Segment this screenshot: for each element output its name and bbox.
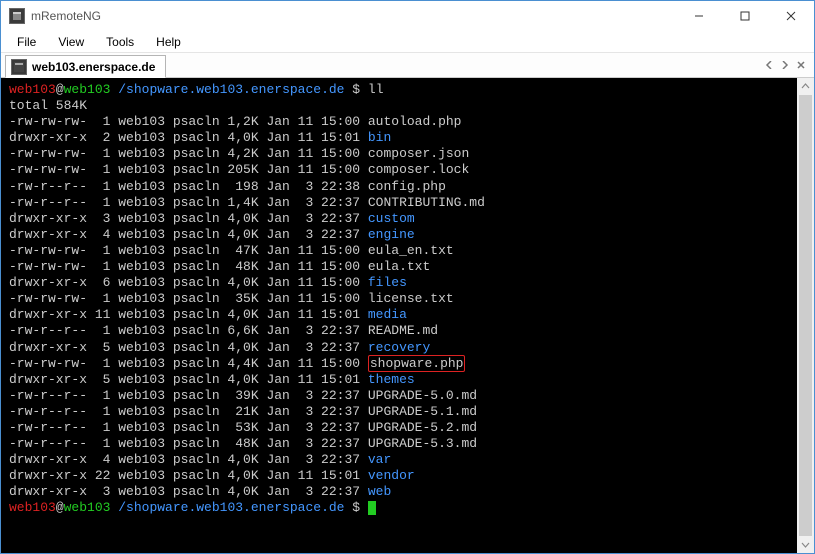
file-name: recovery bbox=[368, 340, 430, 355]
prompt-line: web103@web103 /shopware.web103.enerspace… bbox=[9, 82, 814, 98]
file-name: config.php bbox=[368, 179, 446, 194]
file-name: license.txt bbox=[368, 291, 454, 306]
file-row: -rw-rw-rw- 1 web103 psacln 4,4K Jan 11 1… bbox=[9, 356, 814, 372]
file-row: drwxr-xr-x 4 web103 psacln 4,0K Jan 3 22… bbox=[9, 452, 814, 468]
menu-file[interactable]: File bbox=[7, 33, 46, 51]
menu-tools[interactable]: Tools bbox=[96, 33, 144, 51]
file-name: bin bbox=[368, 130, 391, 145]
file-row: -rw-r--r-- 1 web103 psacln 39K Jan 3 22:… bbox=[9, 388, 814, 404]
scroll-thumb[interactable] bbox=[799, 95, 812, 536]
window-buttons bbox=[676, 1, 814, 31]
file-row: -rw-r--r-- 1 web103 psacln 6,6K Jan 3 22… bbox=[9, 323, 814, 339]
file-name: UPGRADE-5.2.md bbox=[368, 420, 477, 435]
ssh-icon bbox=[11, 59, 27, 75]
titlebar[interactable]: mRemoteNG bbox=[1, 1, 814, 31]
app-window: mRemoteNG File View Tools Help web103.en… bbox=[0, 0, 815, 554]
file-name: UPGRADE-5.1.md bbox=[368, 404, 477, 419]
scroll-track[interactable] bbox=[797, 95, 814, 536]
scrollbar[interactable] bbox=[797, 78, 814, 553]
file-name: eula.txt bbox=[368, 259, 430, 274]
file-name: var bbox=[368, 452, 391, 467]
file-row: -rw-r--r-- 1 web103 psacln 53K Jan 3 22:… bbox=[9, 420, 814, 436]
file-name: composer.lock bbox=[368, 162, 469, 177]
file-row: -rw-rw-rw- 1 web103 psacln 4,2K Jan 11 1… bbox=[9, 146, 814, 162]
file-row: drwxr-xr-x 4 web103 psacln 4,0K Jan 3 22… bbox=[9, 227, 814, 243]
file-row: drwxr-xr-x 11 web103 psacln 4,0K Jan 11 … bbox=[9, 307, 814, 323]
file-row: drwxr-xr-x 22 web103 psacln 4,0K Jan 11 … bbox=[9, 468, 814, 484]
tab-label: web103.enerspace.de bbox=[32, 60, 155, 74]
file-row: drwxr-xr-x 6 web103 psacln 4,0K Jan 11 1… bbox=[9, 275, 814, 291]
file-name: custom bbox=[368, 211, 415, 226]
app-title: mRemoteNG bbox=[31, 9, 101, 23]
file-name: themes bbox=[368, 372, 415, 387]
tab-controls bbox=[762, 53, 814, 77]
cursor bbox=[368, 501, 376, 515]
file-row: -rw-rw-rw- 1 web103 psacln 48K Jan 11 15… bbox=[9, 259, 814, 275]
tab-prev-button[interactable] bbox=[762, 58, 776, 72]
file-name: CONTRIBUTING.md bbox=[368, 195, 485, 210]
file-name: files bbox=[368, 275, 407, 290]
scroll-down-button[interactable] bbox=[797, 536, 814, 553]
file-row: drwxr-xr-x 5 web103 psacln 4,0K Jan 3 22… bbox=[9, 340, 814, 356]
file-row: drwxr-xr-x 3 web103 psacln 4,0K Jan 3 22… bbox=[9, 211, 814, 227]
file-row: drwxr-xr-x 2 web103 psacln 4,0K Jan 11 1… bbox=[9, 130, 814, 146]
file-row: -rw-r--r-- 1 web103 psacln 1,4K Jan 3 22… bbox=[9, 195, 814, 211]
file-row: -rw-rw-rw- 1 web103 psacln 47K Jan 11 15… bbox=[9, 243, 814, 259]
file-name: UPGRADE-5.0.md bbox=[368, 388, 477, 403]
menu-view[interactable]: View bbox=[48, 33, 94, 51]
file-row: drwxr-xr-x 5 web103 psacln 4,0K Jan 11 1… bbox=[9, 372, 814, 388]
file-row: -rw-r--r-- 1 web103 psacln 21K Jan 3 22:… bbox=[9, 404, 814, 420]
maximize-button[interactable] bbox=[722, 1, 768, 31]
connection-tab[interactable]: web103.enerspace.de bbox=[5, 55, 166, 78]
file-name: UPGRADE-5.3.md bbox=[368, 436, 477, 451]
minimize-button[interactable] bbox=[676, 1, 722, 31]
file-name: shopware.php bbox=[368, 355, 466, 372]
total-line: total 584K bbox=[9, 98, 814, 114]
file-row: -rw-r--r-- 1 web103 psacln 48K Jan 3 22:… bbox=[9, 436, 814, 452]
tab-close-button[interactable] bbox=[794, 58, 808, 72]
tabbar: web103.enerspace.de bbox=[1, 53, 814, 78]
file-row: -rw-r--r-- 1 web103 psacln 198 Jan 3 22:… bbox=[9, 179, 814, 195]
menu-help[interactable]: Help bbox=[146, 33, 191, 51]
prompt-line: web103@web103 /shopware.web103.enerspace… bbox=[9, 500, 814, 516]
file-name: autoload.php bbox=[368, 114, 462, 129]
file-row: drwxr-xr-x 3 web103 psacln 4,0K Jan 3 22… bbox=[9, 484, 814, 500]
file-row: -rw-rw-rw- 1 web103 psacln 1,2K Jan 11 1… bbox=[9, 114, 814, 130]
file-name: engine bbox=[368, 227, 415, 242]
file-name: web bbox=[368, 484, 391, 499]
file-name: README.md bbox=[368, 323, 438, 338]
terminal[interactable]: web103@web103 /shopware.web103.enerspace… bbox=[1, 78, 814, 553]
file-row: -rw-rw-rw- 1 web103 psacln 205K Jan 11 1… bbox=[9, 162, 814, 178]
scroll-up-button[interactable] bbox=[797, 78, 814, 95]
file-row: -rw-rw-rw- 1 web103 psacln 35K Jan 11 15… bbox=[9, 291, 814, 307]
file-name: media bbox=[368, 307, 407, 322]
file-name: composer.json bbox=[368, 146, 469, 161]
close-button[interactable] bbox=[768, 1, 814, 31]
app-icon bbox=[9, 8, 25, 24]
tab-next-button[interactable] bbox=[778, 58, 792, 72]
file-name: vendor bbox=[368, 468, 415, 483]
menubar: File View Tools Help bbox=[1, 31, 814, 53]
file-name: eula_en.txt bbox=[368, 243, 454, 258]
